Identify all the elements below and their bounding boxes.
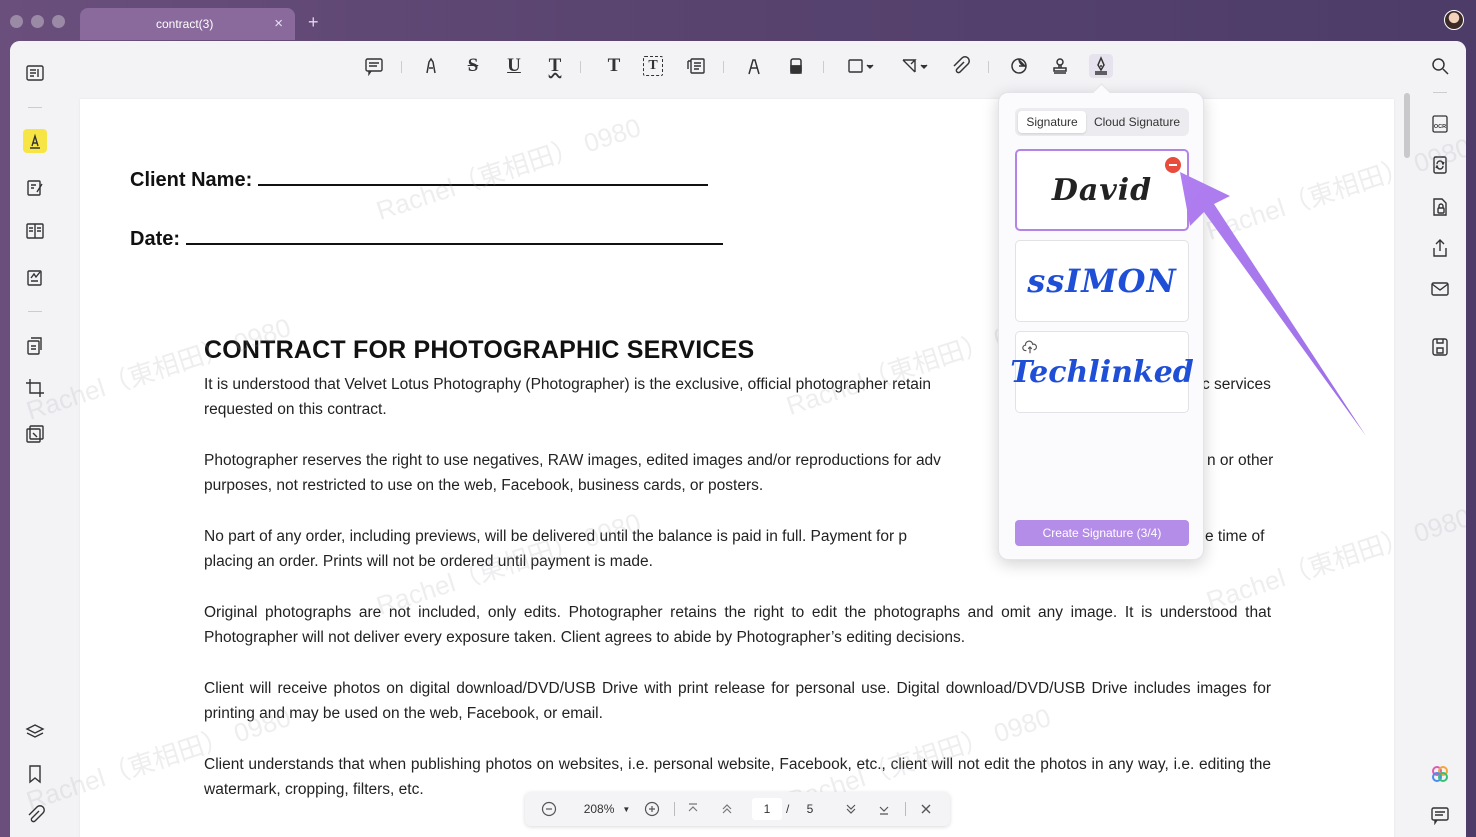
share-icon[interactable] — [1428, 236, 1452, 260]
last-page-icon[interactable] — [876, 801, 892, 817]
first-page-icon[interactable] — [685, 801, 701, 817]
organize-pages-icon[interactable] — [23, 219, 47, 243]
search-icon[interactable] — [1428, 54, 1452, 78]
textbox-icon[interactable]: T — [643, 56, 663, 76]
edit-pdf-icon[interactable] — [23, 176, 47, 200]
tab-signature[interactable]: Signature — [1018, 111, 1086, 133]
page-separator: / — [786, 802, 790, 816]
highlight-icon[interactable] — [419, 54, 443, 78]
strikethrough-icon[interactable]: S — [461, 54, 485, 78]
underline-icon[interactable]: U — [502, 54, 526, 78]
zoom-in-icon[interactable] — [644, 801, 660, 817]
convert-icon[interactable] — [23, 334, 47, 358]
paragraph-tail: n or other — [1207, 452, 1274, 469]
tab-close-icon[interactable]: × — [274, 15, 283, 32]
cloud-icon — [1022, 340, 1038, 354]
title-bar: contract(3) × + — [0, 0, 1476, 46]
zoom-level: 208% — [583, 802, 615, 816]
text-callout-icon[interactable] — [684, 54, 708, 78]
sidebar-divider — [28, 107, 42, 108]
chevron-down-icon: ▼ — [622, 804, 631, 814]
date-field[interactable]: Date: — [130, 228, 723, 251]
watermark: Rachel（東相田） 0980 — [372, 112, 645, 226]
delete-signature-icon[interactable] — [1165, 157, 1181, 173]
reader-mode-icon[interactable] — [23, 61, 47, 85]
close-icon[interactable] — [918, 801, 934, 817]
svg-text:OCR: OCR — [1434, 124, 1446, 130]
avatar[interactable] — [1444, 10, 1464, 30]
signature-tab-switch: Signature Cloud Signature — [1015, 108, 1189, 136]
attach-file-icon[interactable] — [948, 54, 972, 78]
eraser-icon[interactable] — [784, 54, 808, 78]
paragraph: Client will receive photos on digital do… — [204, 680, 1271, 722]
comments-panel-icon[interactable] — [1428, 803, 1452, 827]
tab-contract[interactable]: contract(3) × — [80, 8, 295, 40]
sticker-icon[interactable] — [1007, 54, 1031, 78]
paragraph-tail: e time of — [1205, 528, 1265, 545]
ai-assistant-icon[interactable] — [1428, 762, 1452, 786]
left-sidebar — [10, 41, 62, 837]
signature-text: Techlinked — [1010, 354, 1194, 390]
tab-cloud-signature[interactable]: Cloud Signature — [1088, 111, 1186, 133]
vertical-scrollbar[interactable] — [1404, 93, 1410, 158]
sidebar-divider — [28, 311, 42, 312]
protect-icon[interactable] — [1428, 195, 1452, 219]
paragraph: Original photographs are not included, o… — [204, 604, 1271, 646]
signature-text: ssIMON — [1027, 262, 1177, 300]
create-signature-button[interactable]: Create Signature (3/4) — [1015, 520, 1189, 546]
close-window-button[interactable] — [10, 15, 23, 28]
signature-popover: Signature Cloud Signature David ssIMON T… — [998, 92, 1204, 560]
pencil-icon[interactable] — [742, 54, 766, 78]
zoom-window-button[interactable] — [52, 15, 65, 28]
save-icon[interactable] — [1428, 335, 1452, 359]
app-window: S U T T T OCR Client Name: Date: CONTRAC… — [10, 41, 1466, 837]
annotation-toolbar: S U T T T — [62, 41, 1414, 93]
zoom-out-icon[interactable] — [541, 801, 557, 817]
signature-text: David — [1051, 172, 1153, 208]
next-page-icon[interactable] — [843, 801, 859, 817]
text-icon[interactable]: T — [602, 54, 626, 78]
signature-item[interactable]: David — [1015, 149, 1189, 231]
client-name-label: Client Name: — [130, 169, 253, 191]
zoom-level-select[interactable]: 208% ▼ — [577, 801, 637, 817]
page-navigation-bar: 208% ▼ 1 / 5 — [525, 792, 950, 826]
total-pages-box: 5 — [795, 798, 825, 820]
email-icon[interactable] — [1428, 277, 1452, 301]
signature-icon[interactable] — [1089, 54, 1113, 78]
paragraph-tail: c services — [1202, 376, 1271, 393]
document-viewport[interactable]: Client Name: Date: CONTRACT FOR PHOTOGRA… — [23, 93, 1466, 837]
tab-title: contract(3) — [156, 17, 214, 31]
signature-item[interactable]: ssIMON — [1015, 240, 1189, 322]
new-tab-button[interactable]: + — [308, 12, 319, 33]
stamp-icon[interactable] — [1048, 54, 1072, 78]
previous-page-icon[interactable] — [719, 801, 735, 817]
comment-mode-icon[interactable] — [23, 129, 47, 153]
current-page: 1 — [763, 802, 771, 816]
shapes-icon[interactable] — [844, 54, 878, 78]
total-pages: 5 — [806, 802, 814, 816]
fill-sign-icon[interactable] — [23, 266, 47, 290]
layers-icon[interactable] — [23, 720, 47, 744]
comment-icon[interactable] — [362, 54, 386, 78]
page-number-input[interactable]: 1 — [752, 798, 782, 820]
date-blank[interactable] — [185, 243, 723, 245]
squiggly-icon[interactable]: T — [543, 54, 567, 78]
measure-icon[interactable] — [898, 54, 932, 78]
date-label: Date: — [130, 228, 181, 250]
signature-item[interactable]: Techlinked — [1010, 331, 1194, 413]
minimize-window-button[interactable] — [31, 15, 44, 28]
